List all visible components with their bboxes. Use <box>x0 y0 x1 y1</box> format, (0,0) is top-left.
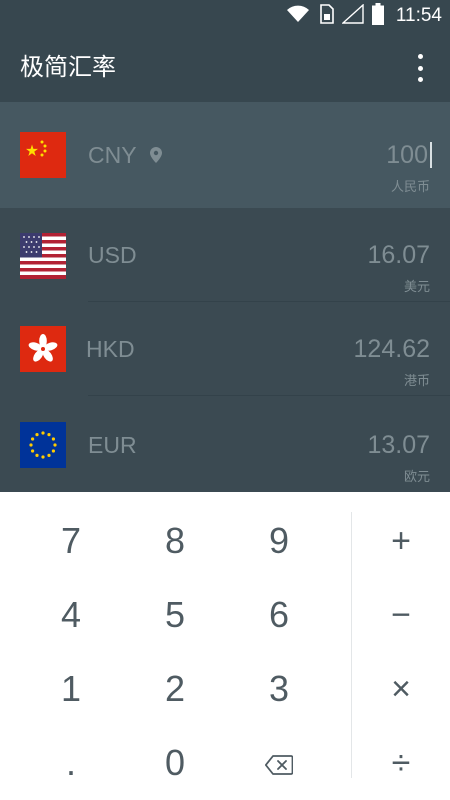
sim-card-icon <box>318 4 334 28</box>
backspace-icon <box>264 742 294 784</box>
currency-code: EUR <box>88 432 137 458</box>
currency-list: CNY 100 人民币 USD 16.07 美元 HKD 124.62 港币 E… <box>0 102 450 492</box>
status-bar: 11:54 <box>0 0 450 32</box>
keypad: 7 8 9 4 5 6 1 2 3 . 0 + − × ÷ <box>0 492 450 800</box>
backspace-key[interactable] <box>229 728 329 798</box>
battery-icon <box>371 3 384 29</box>
key-5[interactable]: 5 <box>125 580 225 650</box>
currency-code: CNY <box>88 142 137 168</box>
status-time: 11:54 <box>395 5 442 26</box>
currency-amount: 124.62 <box>353 335 430 363</box>
location-pin-icon <box>150 147 162 167</box>
key-9[interactable]: 9 <box>229 506 329 576</box>
currency-code: USD <box>88 242 137 268</box>
key-4[interactable]: 4 <box>21 580 121 650</box>
currency-amount: 13.07 <box>367 431 430 459</box>
app-title: 极简汇率 <box>20 53 116 81</box>
china-flag-icon <box>20 132 66 178</box>
key-8[interactable]: 8 <box>125 506 225 576</box>
status-icons: 11:54 <box>286 0 442 32</box>
currency-name: 欧元 <box>403 470 430 485</box>
currency-row-eur[interactable]: EUR 13.07 欧元 <box>0 396 450 492</box>
key-1[interactable]: 1 <box>21 654 121 724</box>
currency-name: 美元 <box>403 280 430 295</box>
key-7[interactable]: 7 <box>21 506 121 576</box>
currency-row-usd[interactable]: USD 16.07 美元 <box>0 208 450 302</box>
wifi-icon <box>286 5 310 27</box>
key-multiply[interactable]: × <box>351 654 450 724</box>
currency-amount-input[interactable]: 100 <box>386 141 428 170</box>
eu-flag-icon <box>20 422 66 468</box>
key-add[interactable]: + <box>351 506 450 576</box>
key-2[interactable]: 2 <box>125 654 225 724</box>
key-6[interactable]: 6 <box>229 580 329 650</box>
key-3[interactable]: 3 <box>229 654 329 724</box>
usa-flag-icon <box>20 233 66 279</box>
cellular-signal-icon <box>341 3 364 28</box>
currency-row-hkd[interactable]: HKD 124.62 港币 <box>0 302 450 396</box>
key-subtract[interactable]: − <box>351 580 450 650</box>
text-cursor <box>430 142 432 168</box>
currency-name: 港币 <box>403 374 430 389</box>
key-divide[interactable]: ÷ <box>351 728 450 798</box>
app-bar: 极简汇率 <box>0 32 450 102</box>
currency-row-cny[interactable]: CNY 100 人民币 <box>0 102 450 208</box>
currency-amount: 16.07 <box>367 241 430 269</box>
currency-code: HKD <box>86 336 135 362</box>
key-dot[interactable]: . <box>21 728 121 798</box>
hong-kong-flag-icon <box>20 326 66 372</box>
key-0[interactable]: 0 <box>125 728 225 798</box>
more-vertical-icon[interactable] <box>408 54 432 82</box>
currency-name: 人民币 <box>390 180 430 195</box>
